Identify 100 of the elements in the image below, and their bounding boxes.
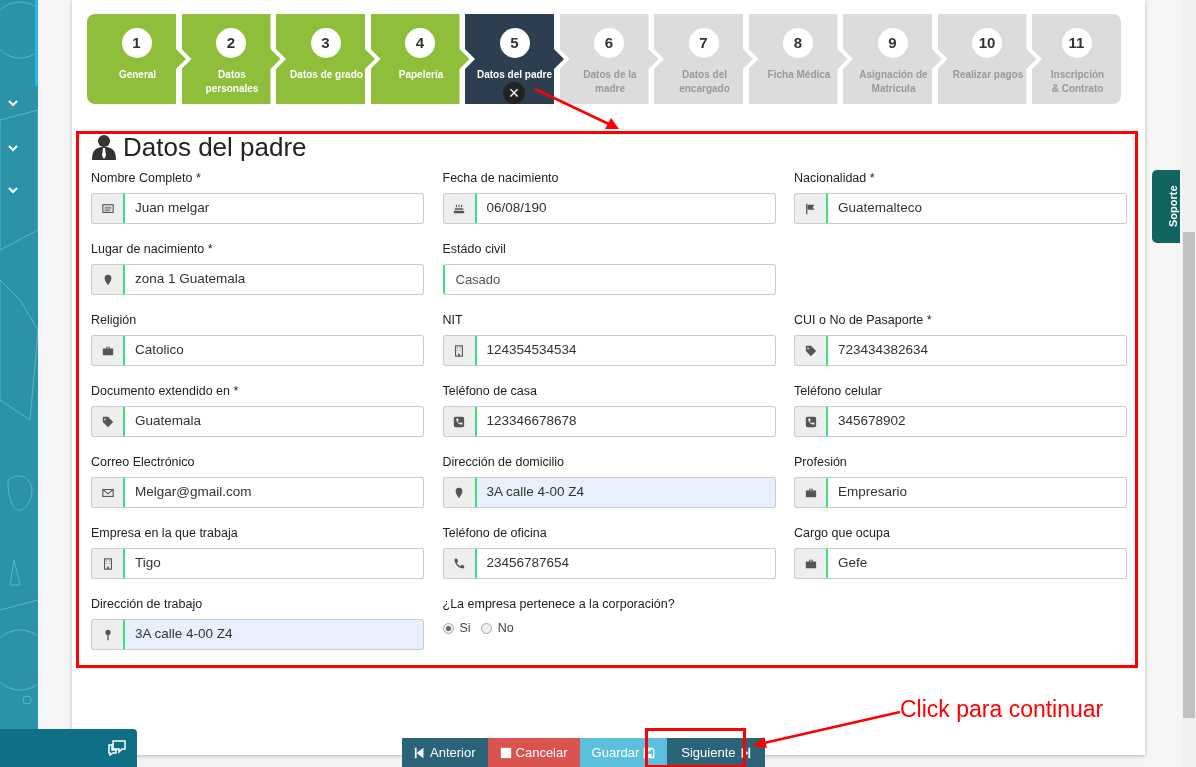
step-backward-icon (414, 746, 426, 759)
text-field[interactable]: Juan melgar (123, 193, 424, 224)
radio-option[interactable]: Si (442, 619, 471, 638)
phone-icon (453, 557, 465, 570)
tag-icon (101, 415, 114, 428)
briefcase-icon (804, 486, 817, 499)
radio-option[interactable]: No (480, 619, 514, 638)
section-title: Datos del padre (123, 132, 307, 162)
step-tab[interactable]: 8 Ficha Médica (748, 14, 848, 104)
step-tab[interactable]: 7 Datos del encargado (654, 14, 753, 104)
step-number: 3 (310, 28, 341, 58)
map-marker-icon (453, 486, 465, 499)
field-label: Teléfono de oficina (442, 525, 548, 541)
step-number: 1 (121, 28, 152, 58)
text-field[interactable]: 3A calle 4-00 Z4 (474, 477, 776, 508)
cancel-button[interactable]: Cancelar (487, 738, 580, 767)
text-field[interactable]: 124354534534 (474, 335, 776, 366)
radio-button[interactable] (480, 622, 492, 634)
briefcase-icon (101, 344, 114, 357)
building-icon (453, 344, 465, 357)
step-tab[interactable]: 2 Datos personales (181, 14, 281, 104)
field-label: Profesión (794, 454, 848, 470)
step-tab[interactable]: 3 Datos de grado (276, 14, 375, 104)
field-label: Teléfono celular (794, 383, 883, 399)
text-field[interactable]: Guatemala (123, 406, 424, 437)
step-label: Datos del encargado (678, 68, 731, 96)
text-field[interactable]: 06/08/190 (474, 193, 776, 224)
envelope-icon (101, 486, 114, 499)
step-tab[interactable]: 9 Asignación de Matricula (843, 14, 942, 104)
field-label: Estádo civil (442, 241, 507, 257)
text-field[interactable]: Gefe (826, 548, 1127, 579)
select-field[interactable]: Casado (442, 264, 776, 295)
step-tab[interactable]: 10 Realizar pagos (937, 14, 1037, 104)
radio-label: Si (459, 620, 471, 637)
chevron-down-icon[interactable] (8, 145, 18, 152)
step-tab[interactable]: 1 General (87, 14, 186, 104)
scrollbar-thumb[interactable] (1183, 232, 1195, 718)
chevron-down-icon[interactable] (8, 100, 18, 107)
step-forward-icon (739, 746, 752, 759)
flag-icon (804, 202, 817, 215)
field-label: Nombre Completo * (91, 170, 202, 186)
step-tab[interactable]: 11 Inscripción & Contrato (1032, 14, 1121, 104)
text-field[interactable]: Melgar@gmail.com (123, 477, 424, 508)
step-number: 10 (972, 28, 1002, 58)
step-label: Datos personales (204, 68, 260, 96)
field-label: Dirección de trabajo (91, 596, 204, 612)
text-field[interactable]: 3A calle 4-00 Z4 (123, 619, 424, 650)
field-label: ¿La empresa pertenece a la corporación? (442, 596, 676, 612)
step-label: General (117, 68, 158, 82)
radio-label: No (497, 620, 514, 637)
text-field[interactable]: 123346678678 (474, 406, 776, 437)
text-field[interactable]: Catolico (123, 335, 424, 366)
field-label: Documento extendido en * (91, 383, 240, 399)
step-tab[interactable]: 6 Datos de la madre (559, 14, 659, 104)
step-tab[interactable]: 4 Papelería (370, 14, 470, 104)
text-field[interactable]: zona 1 Guatemala (123, 264, 424, 295)
text-field[interactable]: Guatemalteco (826, 193, 1127, 224)
step-label: Datos del padre (476, 68, 553, 82)
step-number: 9 (877, 28, 908, 58)
chat-icon (108, 740, 126, 756)
step-number: 6 (594, 28, 624, 58)
text-field[interactable]: Empresario (826, 477, 1127, 508)
annotation-text: Click para continuar (900, 695, 1104, 723)
briefcase-icon (804, 557, 817, 570)
field-label: Teléfono de casa (442, 383, 538, 399)
step-number: 11 (1061, 28, 1092, 58)
scrollbar[interactable] (1182, 0, 1196, 767)
support-tab[interactable]: Soporte (1152, 170, 1180, 243)
building-icon (101, 557, 114, 570)
text-field[interactable]: 23456787654 (474, 548, 776, 579)
field-label: Lugar de nacimiento * (91, 241, 214, 257)
chevron-down-icon[interactable] (8, 187, 18, 194)
field-label: Religión (91, 312, 138, 328)
step-label: Papelería (397, 68, 445, 82)
field-label: Fecha de nacimiento (442, 170, 560, 186)
previous-button[interactable]: Anterior (402, 738, 488, 767)
radio-button[interactable] (442, 622, 454, 634)
phone-icon (453, 415, 465, 428)
step-label: Asignación de Matricula (858, 68, 929, 96)
text-field[interactable]: 345678902 (826, 406, 1127, 437)
field-label: Correo Electrónico (91, 454, 196, 470)
text-field[interactable]: Tigo (123, 548, 424, 579)
floppy-icon (643, 746, 656, 759)
chat-bar[interactable] (0, 729, 137, 767)
text-field[interactable]: 723434382634 (826, 335, 1127, 366)
step-label: Datos de grado (289, 68, 364, 82)
step-label: Realizar pagos (951, 68, 1025, 82)
step-number: 5 (499, 28, 530, 58)
field-label: Nacionalidad * (794, 170, 876, 186)
tag-icon (804, 344, 817, 357)
step-label: Inscripción & Contrato (1049, 68, 1106, 96)
field-label: CUI o No de Pasaporte * (794, 312, 933, 328)
phone-icon (804, 415, 817, 428)
field-label: Cargo que ocupa (794, 525, 891, 541)
field-label: Dirección de domicilio (442, 454, 566, 470)
card-icon (101, 202, 114, 215)
field-label: Empresa en la que trabaja (91, 525, 239, 541)
step-label: Datos de la madre (582, 68, 638, 96)
stop-icon (499, 746, 512, 759)
step-number: 4 (405, 28, 435, 58)
